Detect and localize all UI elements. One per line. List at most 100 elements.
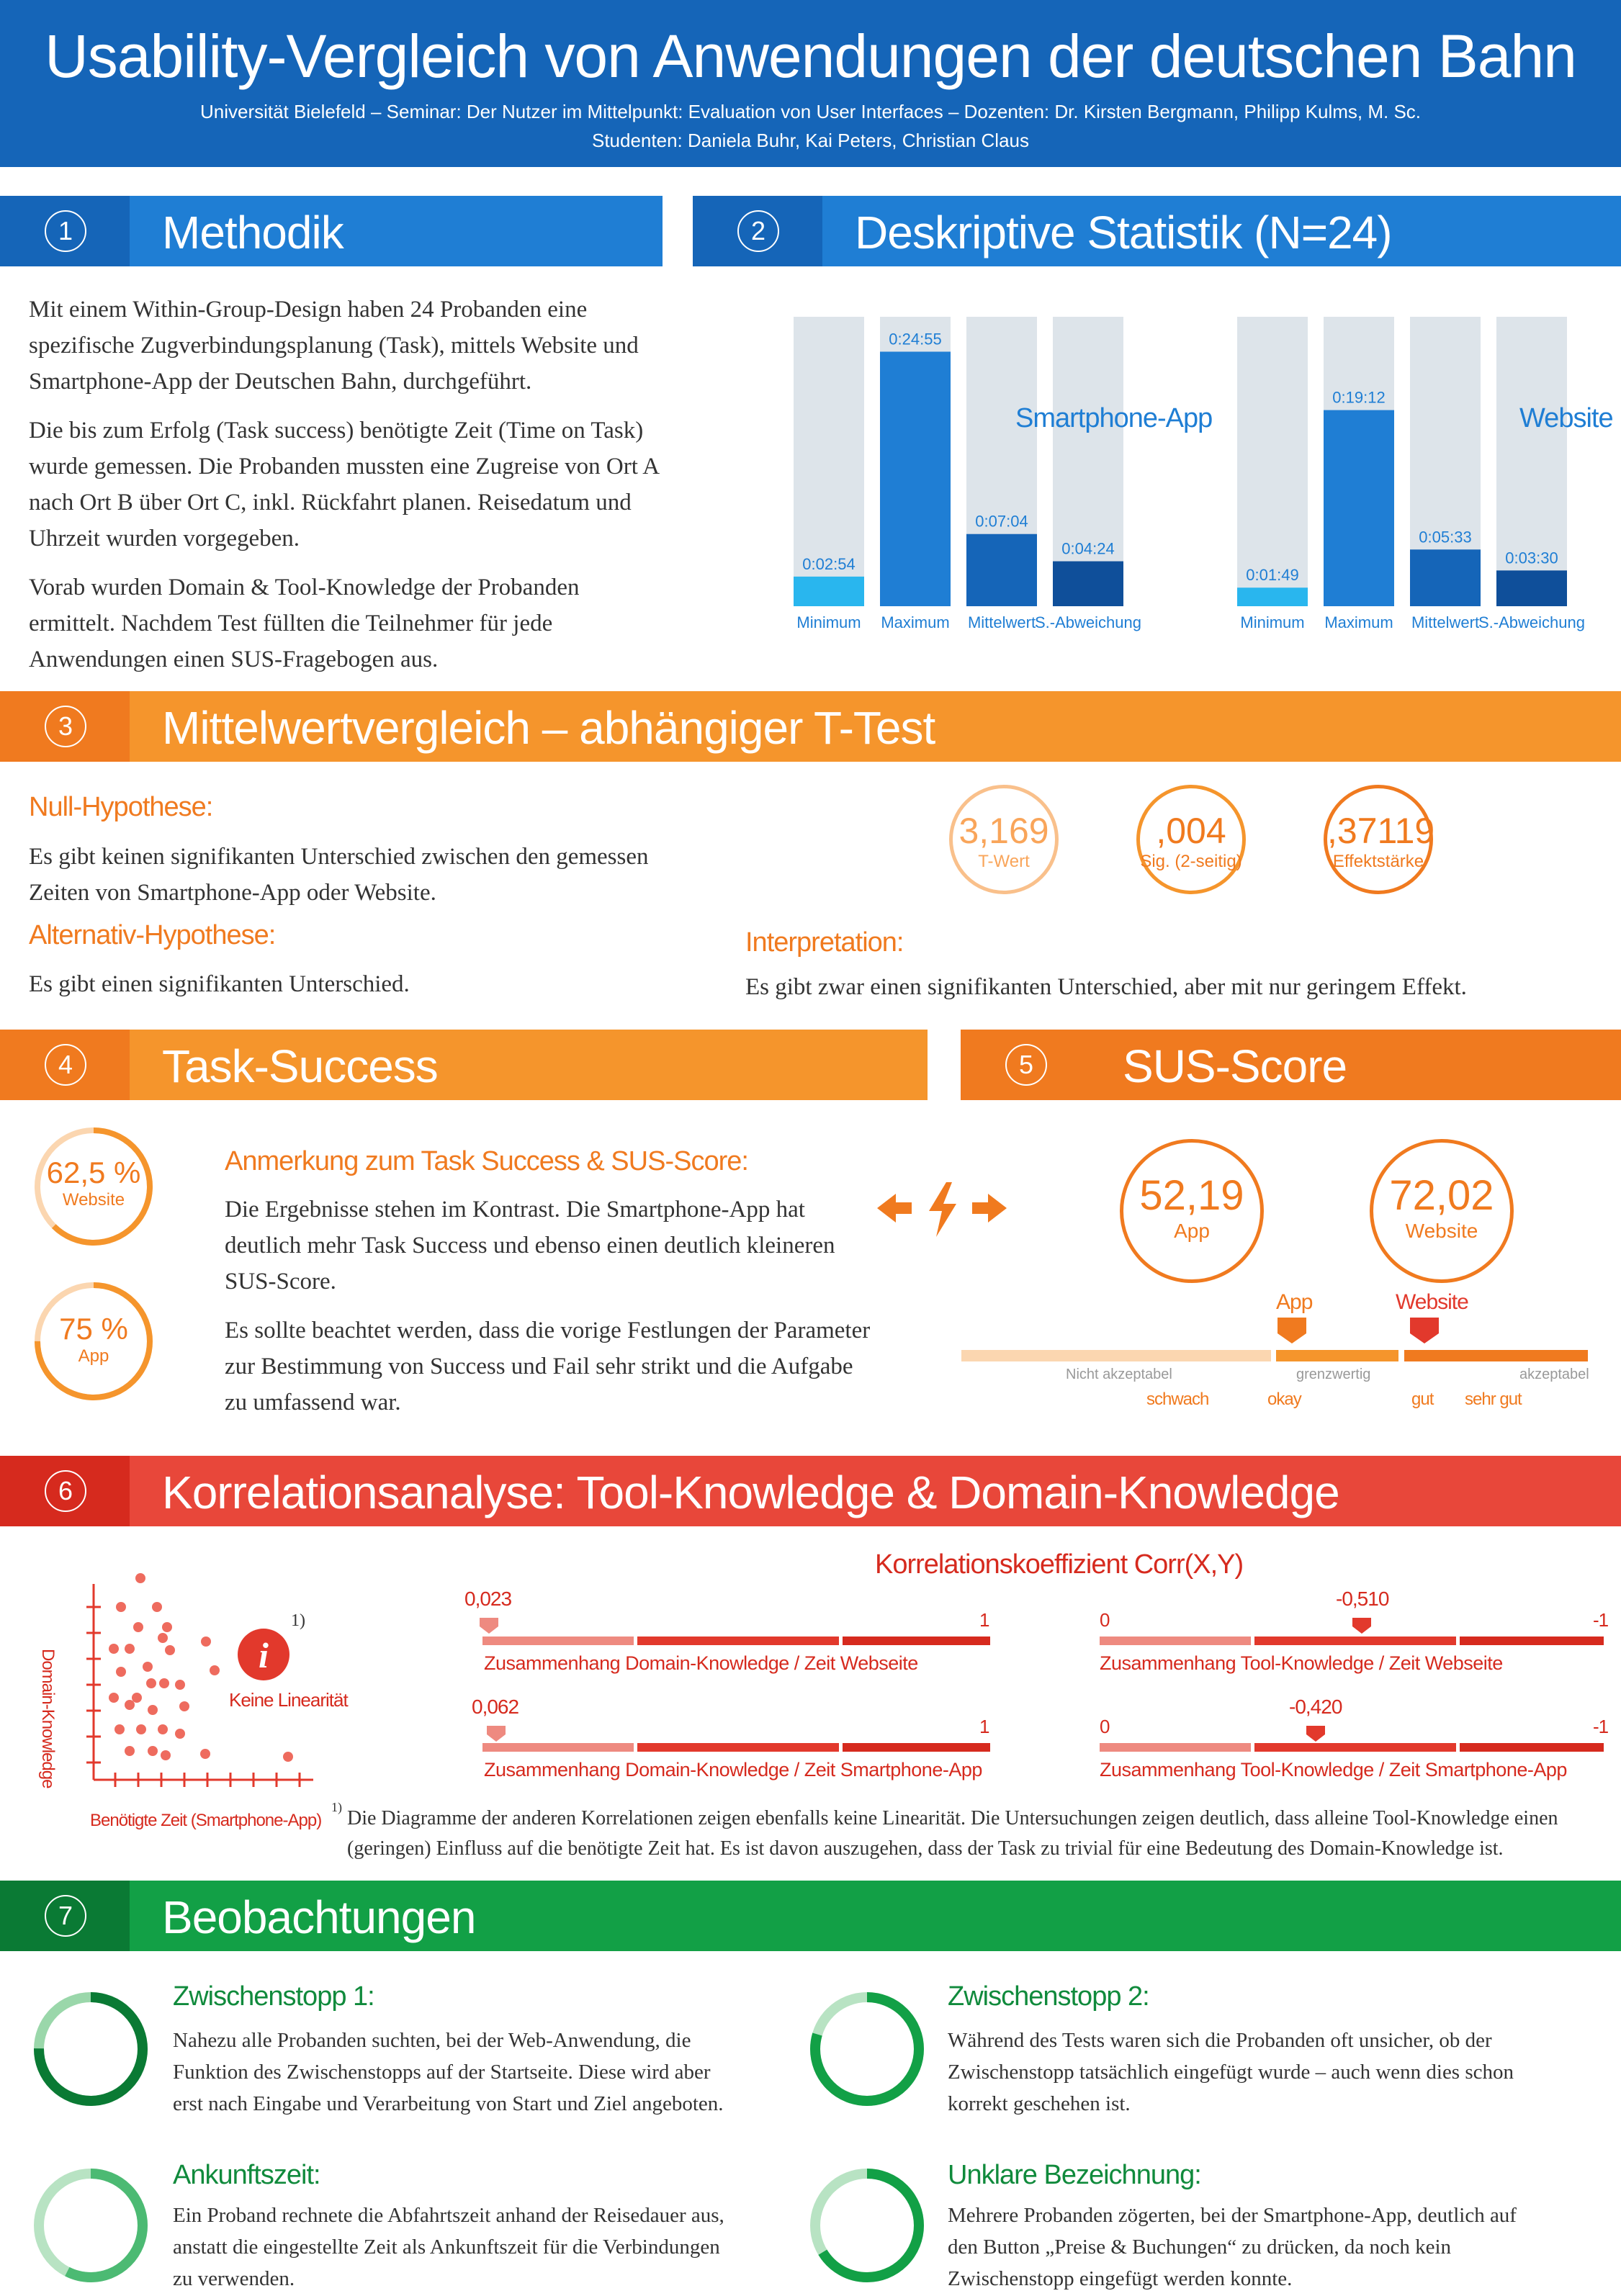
corr-bar-2a [1100,1637,1251,1645]
alt-hypothesis-heading: Alternativ-Hypothese: [29,920,276,950]
scatter-point [135,1573,145,1583]
scatter-point [125,1644,135,1654]
task-success-app-label: 75 % App [32,1312,156,1367]
corr-bar-1a [482,1743,634,1752]
bar [1237,587,1308,606]
sus-scale-left-label: Nicht akzeptabel [1066,1367,1172,1382]
bar [1410,549,1481,606]
category-label: Maximum [881,613,949,631]
sus-marker-web-icon [1410,1318,1439,1343]
observation-4-ring-icon [810,2169,924,2282]
sus-marker-web-label: Website [1396,1290,1469,1314]
footnote-mark-2: 1) [331,1800,342,1814]
correlation-footnote: Die Diagramme der anderen Korrelationen … [347,1807,1558,1860]
category-label: S.-Abweichung [1478,613,1585,631]
scatter-point [148,1705,158,1715]
category-label: Minimum [1240,613,1304,631]
corr-label-1: Zusammenhang Domain-Knowledge / Zeit Sma… [484,1759,982,1780]
corr-marker-3 [1306,1726,1325,1742]
footnote-mark: 1) [291,1611,305,1630]
scatter-point [175,1680,185,1690]
corr-marker-1 [487,1726,506,1742]
sus-scale-acceptable [1404,1350,1588,1361]
section-6-bar: 6 Korrelationsanalyse: Tool-Knowledge & … [0,1456,1621,1526]
section-5-title: SUS-Score [1123,1040,1347,1092]
sus-scale-unacceptable [961,1350,1271,1361]
scatter-point [175,1729,185,1739]
app-series-label: Smartphone-App [1015,403,1213,433]
scatter-point [161,1750,171,1760]
bar [1496,570,1567,606]
bar-value-label: 0:05:33 [1419,528,1471,546]
corr-bar-2b [1254,1637,1456,1645]
sus-marker-app-icon [1278,1318,1306,1343]
methodik-p3: Vorab wurden Domain & Tool-Knowledge der… [29,575,580,672]
scatter-point [132,1693,142,1703]
corr-end-3: -1 [1593,1716,1609,1737]
observation-1-heading: Zwischenstopp 1: [173,1981,375,2012]
section-3-number: 3 [0,691,130,762]
bar-value-label: 0:24:55 [889,330,941,348]
observation-2-heading: Zwischenstopp 2: [948,1981,1150,2012]
observation-3-ring-icon [34,2169,148,2282]
corr-end-0: 1 [979,1609,990,1631]
bar [880,351,951,606]
note-text: Die Ergebnisse stehen im Kontrast. Die S… [225,1192,873,1421]
scatter-point [116,1602,126,1612]
category-label: Maximum [1324,613,1393,631]
observation-1-text: Nahezu alle Probanden suchten, bei der W… [173,2029,724,2115]
sus-web-ring: 72,02 Website [1370,1139,1514,1283]
scatter-point [210,1665,220,1675]
section-6-number: 6 [0,1456,130,1526]
observation-2-text: Während des Tests waren sich die Proband… [948,2029,1514,2115]
sus-grade-good: gut [1411,1390,1434,1409]
scatter-point [109,1693,119,1703]
scatter-point [159,1678,169,1688]
null-hypothesis-heading: Null-Hypothese: [29,792,213,822]
bar-value-label: 0:19:12 [1332,389,1385,407]
section-2-number: 2 [693,196,822,266]
note-p1: Die Ergebnisse stehen im Kontrast. Die S… [225,1197,835,1295]
scatter-point [201,1637,211,1647]
info-icon: i [238,1629,289,1680]
interpretation-heading: Interpretation: [745,927,904,958]
interpretation-text: Es gibt zwar einen signifikanten Untersc… [745,974,1467,1000]
corr-bar-2c [1460,1637,1604,1645]
methodik-p1: Mit einem Within-Group-Design haben 24 P… [29,297,639,395]
bar-value-label: 0:04:24 [1061,540,1114,558]
corr-label-2: Zusammenhang Tool-Knowledge / Zeit Webse… [1100,1652,1503,1674]
note-p2: Es sollte beachtet werden, dass die vori… [225,1318,871,1415]
task-success-app-value: 75 % [59,1312,128,1346]
bar-value-label: 0:07:04 [975,513,1028,531]
sus-grade-okay: okay [1267,1390,1302,1409]
section-5-number: 5 [961,1030,1090,1100]
corr-bar-1c [843,1743,990,1752]
corr-label-0: Zusammenhang Domain-Knowledge / Zeit Web… [484,1652,918,1674]
scatter-point [143,1662,153,1672]
section-1-bar: 1 Methodik [0,196,663,266]
corr-bar-3b [1254,1743,1456,1752]
note-heading: Anmerkung zum Task Success & SUS-Score: [225,1146,749,1176]
svg-text:i: i [259,1635,269,1675]
bar-background [1237,317,1308,606]
scatter-point [200,1749,210,1759]
sus-app-ring: 52,19 App [1120,1139,1264,1283]
bar [1324,410,1394,606]
scatter-point [162,1622,172,1632]
scatter-point [125,1746,135,1756]
corr-bar-0c [843,1637,990,1645]
section-1-number: 1 [0,196,130,266]
section-2-bar: 2 Deskriptive Statistik (N=24) [693,196,1621,266]
correlation-scatter-plot [86,1573,313,1787]
section-7-bar: 7 Beobachtungen [0,1881,1621,1951]
methodik-p2: Die bis zum Erfolg (Task success) benöti… [29,418,659,552]
category-label: S.-Abweichung [1035,613,1141,631]
header-authors: Studenten: Daniela Buhr, Kai Peters, Chr… [591,130,1029,151]
corr-marker-2 [1352,1618,1371,1634]
scatter-point [133,1622,143,1632]
corr-start-2: 0 [1100,1609,1110,1631]
sus-scale-right-label: akzeptabel [1519,1367,1589,1382]
task-success-web-label: 62,5 % Website [32,1156,156,1210]
corr-end-2: -1 [1593,1609,1609,1631]
null-hypothesis-text: Es gibt keinen signifikanten Unterschied… [29,844,649,906]
